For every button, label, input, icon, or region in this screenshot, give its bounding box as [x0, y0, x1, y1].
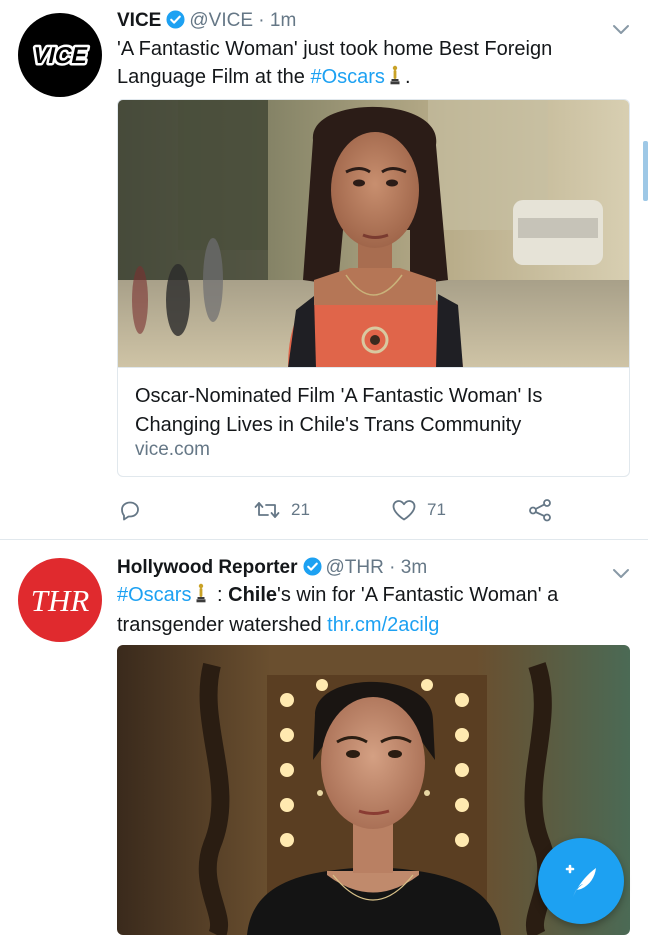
- time-separator: ·: [389, 557, 396, 578]
- card-image: [118, 100, 629, 368]
- card-domain: vice.com: [135, 439, 210, 460]
- reply-icon: [121, 501, 139, 521]
- tweet-text: #Oscars : Chile's win for 'A Fantastic W…: [117, 581, 627, 639]
- tweet-vice[interactable]: VICE VICE VICE @VICE · 1m 'A Fantastic Wo…: [0, 0, 648, 540]
- share-button[interactable]: [528, 498, 552, 522]
- hashtag-oscars[interactable]: #Oscars: [117, 584, 191, 606]
- tweet-text-line2-prefix: Language Film at the: [117, 66, 311, 88]
- card-title[interactable]: Oscar-Nominated Film 'A Fantastic Woman'…: [135, 382, 615, 440]
- compose-tweet-button[interactable]: [538, 838, 624, 924]
- tweet-time[interactable]: 3m: [401, 557, 427, 578]
- tweet-text-bold: Chile: [228, 584, 278, 606]
- tweet-text: 'A Fantastic Woman' just took home Best …: [117, 35, 627, 93]
- tweet-header: VICE @VICE · 1m: [117, 9, 296, 36]
- tweet-text-line1: 'A Fantastic Woman' just took home Best …: [117, 38, 553, 60]
- share-icon: [529, 499, 551, 522]
- hashtag-oscars[interactable]: #Oscars: [310, 66, 384, 88]
- oscar-trophy-emoji: [389, 65, 401, 93]
- vice-avatar[interactable]: VICE VICE: [18, 13, 102, 97]
- vice-logo-text-fill: VICE: [31, 42, 90, 68]
- like-button[interactable]: 71: [391, 498, 446, 522]
- author-handle[interactable]: @THR: [326, 557, 384, 578]
- author-name[interactable]: VICE: [117, 10, 161, 31]
- compose-tweet-icon: [565, 864, 596, 897]
- tweet-text-line2: Language Film at the #Oscars.: [117, 63, 627, 93]
- thr-logo-text: THR: [31, 583, 90, 618]
- retweet-button[interactable]: 21: [253, 498, 310, 522]
- link-card[interactable]: Oscar-Nominated Film 'A Fantastic Woman'…: [117, 99, 630, 477]
- author-name[interactable]: Hollywood Reporter: [117, 557, 298, 578]
- tweet-text-line2-suffix: .: [404, 66, 411, 88]
- oscar-trophy-emoji: [195, 583, 207, 611]
- tweet-link[interactable]: thr.cm/2acilg: [327, 614, 439, 636]
- verified-badge-icon: [302, 557, 322, 583]
- tweet-actions: 21 71: [0, 492, 648, 528]
- heart-icon: [392, 500, 416, 521]
- tweet-text-line2-prefix: transgender watershed: [117, 614, 328, 636]
- reply-button[interactable]: [118, 498, 142, 522]
- like-count: 71: [427, 500, 446, 519]
- verified-badge-icon: [166, 10, 185, 36]
- time-separator: ·: [258, 10, 265, 31]
- thr-avatar[interactable]: THR: [18, 558, 102, 642]
- tweet-text-colon: :: [211, 584, 229, 606]
- author-handle[interactable]: @VICE: [189, 10, 253, 31]
- scrollbar[interactable]: [643, 141, 648, 201]
- tweet-text-line1: #Oscars : Chile's win for 'A Fantastic W…: [117, 581, 627, 611]
- retweet-count: 21: [291, 500, 310, 519]
- tweet-text-line1-suffix: 's win for 'A Fantastic Woman' a: [277, 584, 559, 606]
- retweet-icon: [254, 502, 280, 518]
- tweet-header: Hollywood Reporter @THR · 3m: [117, 556, 427, 583]
- tweet-time[interactable]: 1m: [270, 10, 296, 31]
- tweet-text-line2: transgender watershed thr.cm/2acilg: [117, 611, 627, 639]
